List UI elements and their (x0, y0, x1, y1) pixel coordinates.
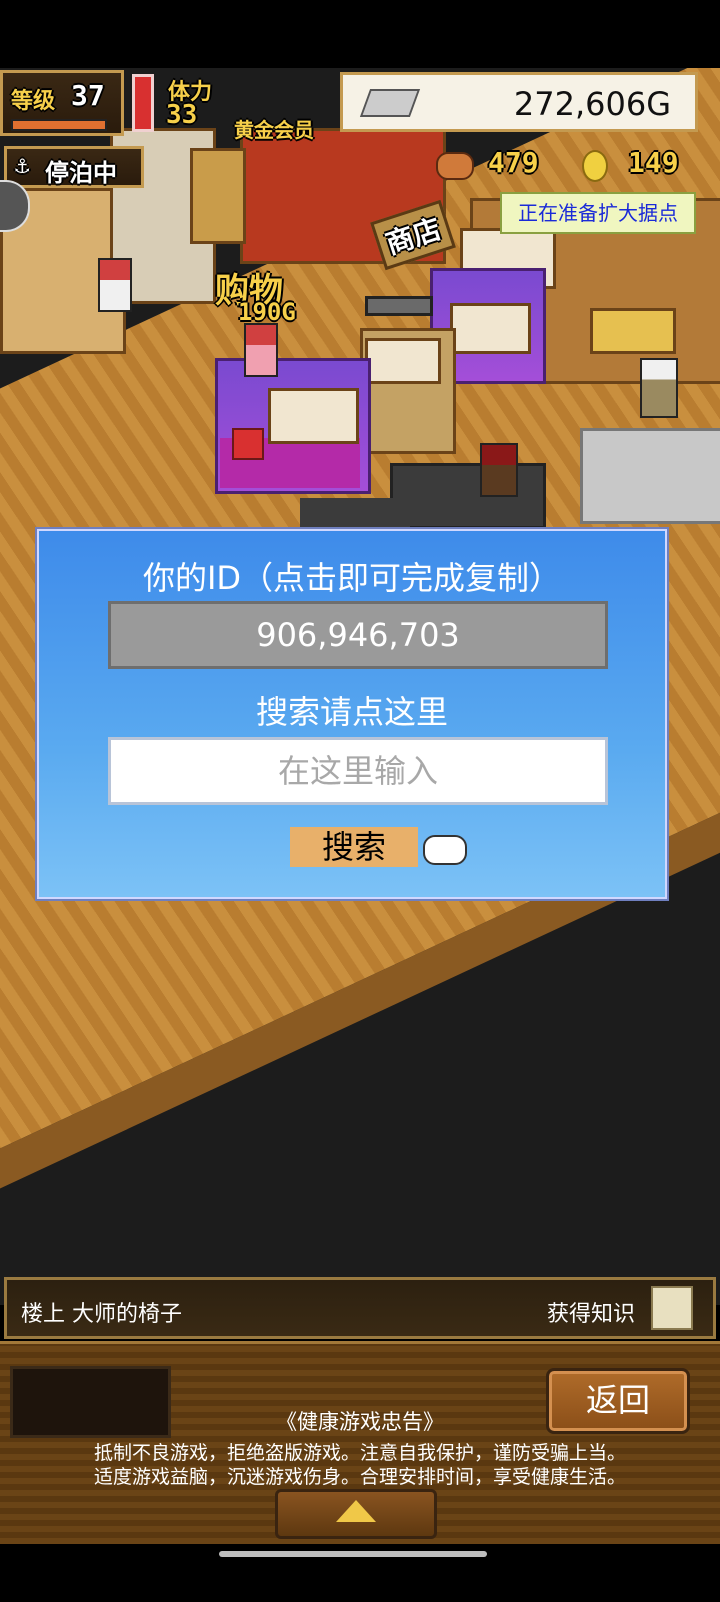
anchor-icon: ⚓ (15, 151, 30, 179)
level-label: 等级 (11, 89, 56, 114)
item-count-a: 479 (488, 146, 539, 179)
docked-status[interactable]: ⚓ 停泊中 (4, 146, 144, 188)
membership-badge: 黄金会员 (234, 118, 314, 142)
notice-line-1: 抵制不良游戏，拒绝盗版游戏。注意自我保护，谨防受骗上当。 (93, 1442, 626, 1464)
search-label: 搜索请点这里 (255, 693, 448, 731)
home-indicator[interactable] (219, 1551, 487, 1557)
stamina-value: 33 (166, 100, 198, 130)
dark-counter (390, 463, 546, 529)
search-button[interactable]: 搜索 (290, 827, 418, 867)
knowledge-icon (651, 1286, 693, 1330)
item-count-b: 149 (628, 146, 679, 179)
coin-icon (582, 150, 608, 182)
resources-panel: 479 149 (432, 146, 720, 184)
level-value: 37 (71, 79, 105, 112)
docked-label: 停泊中 (45, 159, 117, 187)
gold-amount: 272,606G (513, 85, 671, 123)
experience-bar (11, 119, 107, 131)
user-id-copy-box[interactable]: 906,946,703 (108, 601, 608, 669)
customer-hat[interactable] (480, 443, 518, 497)
search-input[interactable] (108, 737, 608, 805)
notice-line-2: 适度游戏益脑，沉迷游戏伤身。合理安排时间，享受健康生活。 (93, 1466, 626, 1488)
bed-middle (365, 338, 441, 384)
customer-pink[interactable] (244, 323, 278, 377)
expansion-notice[interactable]: 正在准备扩大据点 (500, 192, 696, 234)
pointing-hand-icon (423, 835, 467, 865)
red-table (232, 428, 264, 460)
info-right-text: 获得知识 (547, 1302, 636, 1327)
level-panel: 等级 37 (0, 70, 124, 136)
customer-red-hair[interactable] (98, 258, 132, 312)
stamina-panel: 体力 33 黄金会员 (160, 70, 335, 142)
stone-wall (580, 428, 720, 524)
info-left-text: 楼上 大师的椅子 (21, 1302, 182, 1327)
gold-bar-icon (359, 89, 421, 117)
expand-menu-button[interactable] (275, 1489, 437, 1539)
customer-turban[interactable] (640, 358, 678, 418)
bed-left (268, 388, 359, 444)
shopping-price: 190G (238, 298, 296, 326)
stamina-bar (132, 74, 154, 132)
dialog-title: 你的ID（点击即可完成复制） (142, 559, 562, 597)
id-search-dialog: 你的ID（点击即可完成复制） 906,946,703 搜索请点这里 搜索 (37, 529, 667, 899)
meat-icon (436, 152, 474, 180)
gold-panel: 272,606G (340, 72, 698, 132)
progress-bar (365, 296, 433, 316)
up-arrow-icon (336, 1500, 376, 1522)
bed-right (450, 303, 531, 354)
info-bar[interactable]: 楼上 大师的椅子 获得知识 (4, 1277, 716, 1339)
bottom-panel: 返回 《健康游戏忠告》 抵制不良游戏，拒绝盗版游戏。注意自我保护，谨防受骗上当。… (0, 1341, 720, 1544)
painting (190, 148, 246, 244)
gold-stack (590, 308, 676, 354)
notice-title: 《健康游戏忠告》 (276, 1410, 444, 1434)
